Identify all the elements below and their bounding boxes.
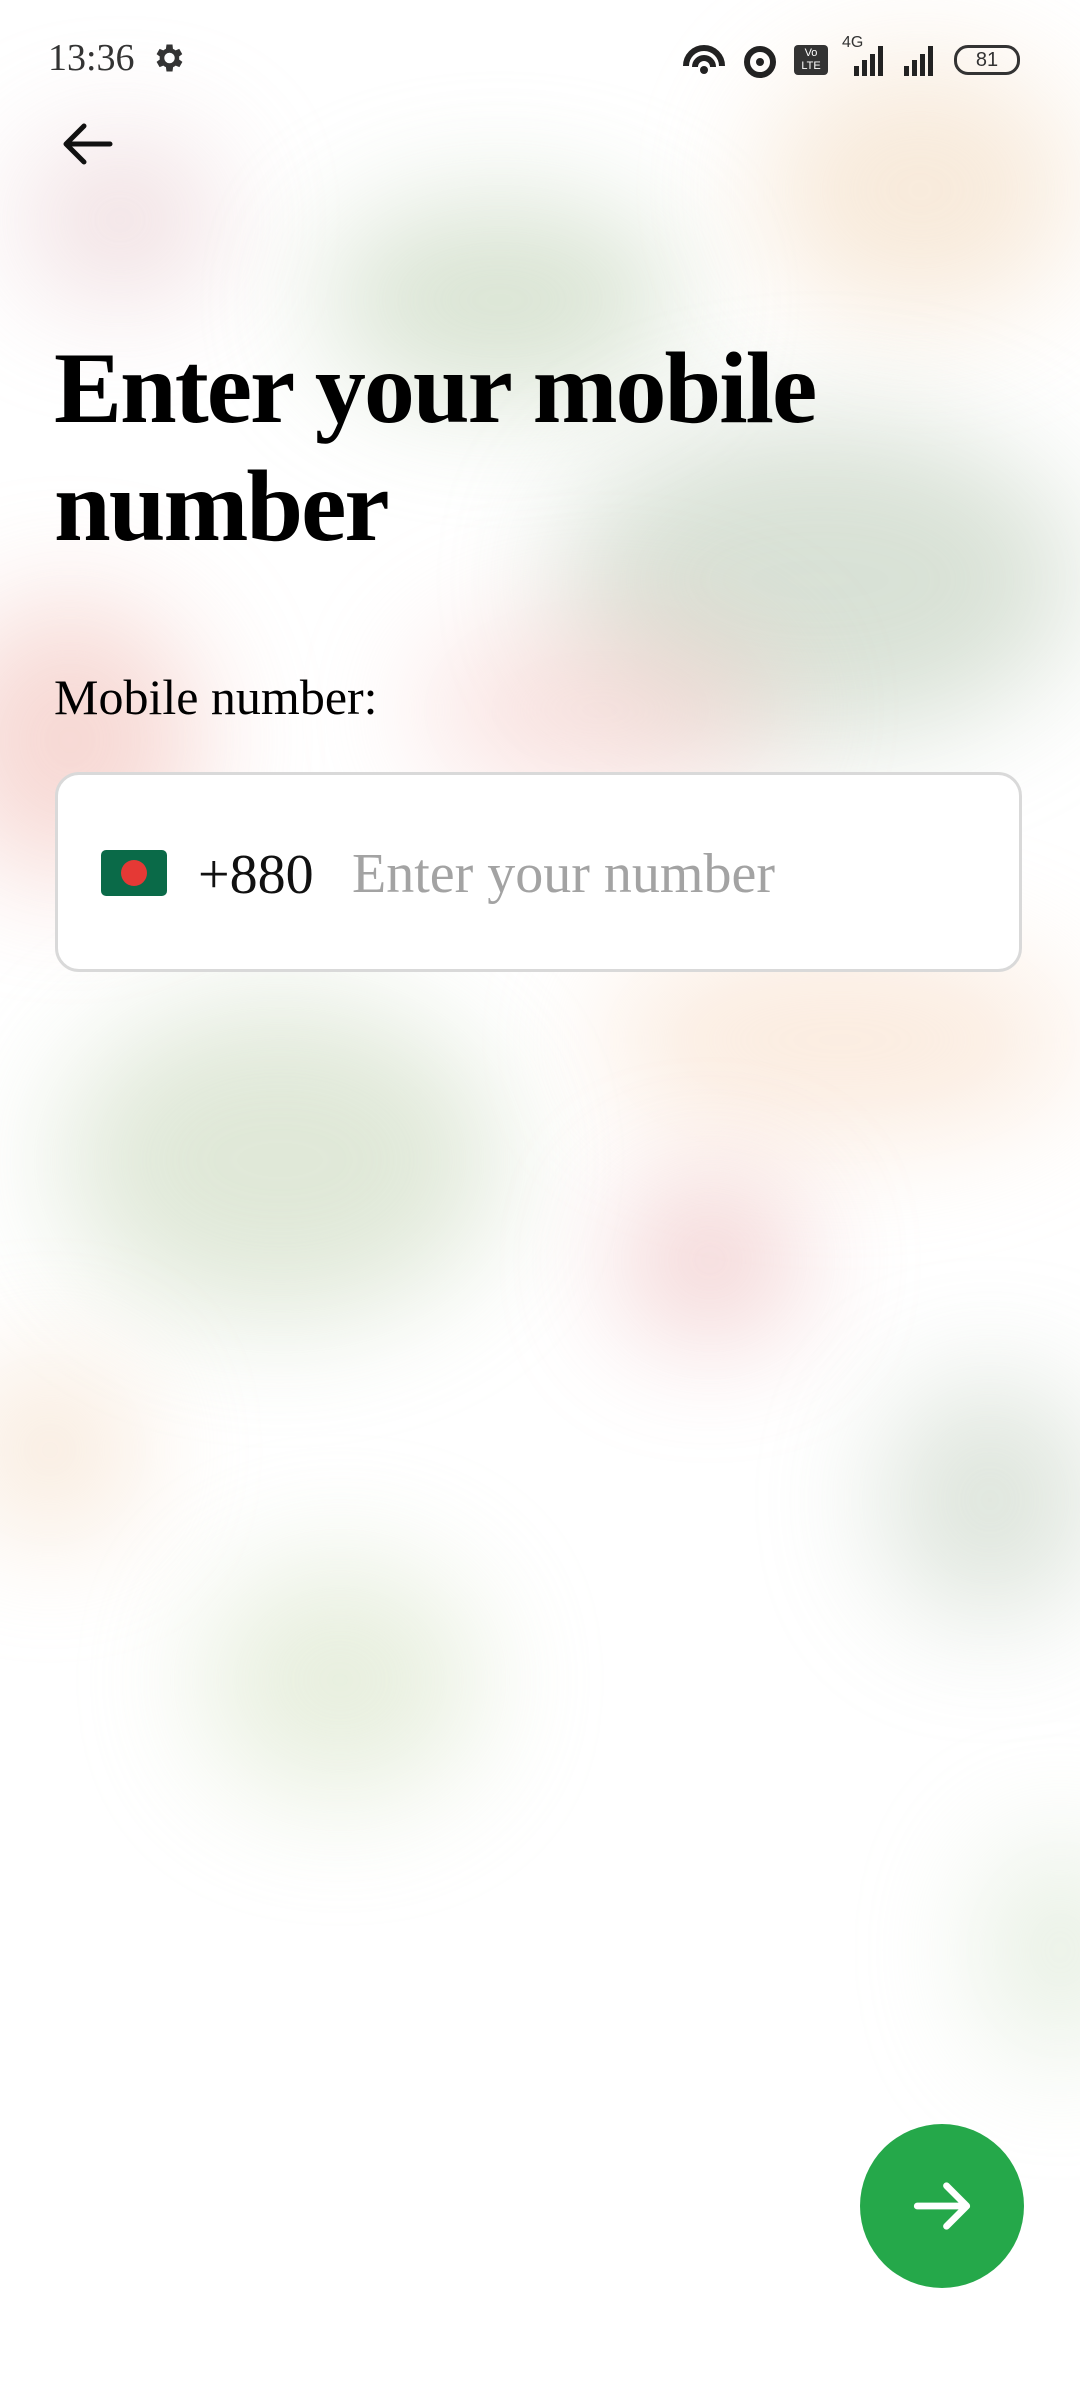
wifi-ring-icon: [744, 46, 776, 78]
battery-indicator: 81: [954, 45, 1020, 75]
back-arrow-icon[interactable]: [56, 112, 120, 176]
phone-number-input[interactable]: [350, 833, 974, 915]
gear-icon: [156, 44, 183, 72]
hotspot-icon: [683, 45, 725, 74]
page-title: Enter your mobile number: [54, 332, 817, 563]
phone-input-container[interactable]: +880: [55, 772, 1022, 972]
signal-4g-icon: 4G: [842, 34, 886, 80]
status-time: 13:36: [48, 37, 135, 79]
arrow-right-icon: [913, 2182, 971, 2230]
mobile-number-label: Mobile number:: [54, 669, 378, 725]
bangladesh-flag-icon[interactable]: [101, 850, 167, 896]
status-bar: 13:36 Vo LTE 4G 81: [0, 0, 1080, 120]
volte-icon: Vo LTE: [794, 45, 828, 75]
signal-icon: [904, 46, 933, 76]
status-icons: Vo LTE 4G 81: [682, 34, 1020, 80]
next-button[interactable]: [860, 2124, 1024, 2288]
country-code[interactable]: +880: [198, 843, 314, 907]
